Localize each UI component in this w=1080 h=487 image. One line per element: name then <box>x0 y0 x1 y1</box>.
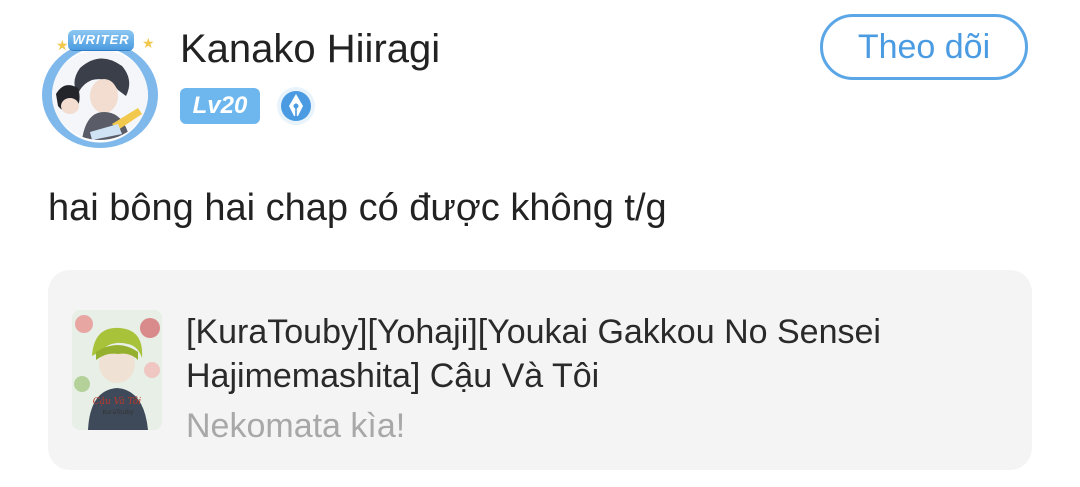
user-avatar[interactable]: WRITER ★ ★ <box>38 30 164 152</box>
follow-button[interactable]: Theo dõi <box>820 14 1028 80</box>
star-icon: ★ <box>56 37 69 53</box>
story-subtitle: Nekomata kìa! <box>186 407 406 445</box>
username[interactable]: Kanako Hiiragi <box>180 24 440 74</box>
star-icon: ★ <box>142 35 155 51</box>
comment-text: hai bông hai chap có được không t/g <box>48 187 667 229</box>
pen-nib-icon <box>276 86 316 126</box>
svg-text:Cậu Và Tôi: Cậu Và Tôi <box>93 396 142 407</box>
story-title: [KuraTouby][Yohaji][Youkai Gakkou No Sen… <box>186 313 881 395</box>
avatar-illustration <box>52 50 148 140</box>
quoted-story-card[interactable]: Cậu Và Tôi KuraTouby [KuraTouby][Yohaji]… <box>48 270 1032 470</box>
level-badge: Lv20 <box>180 88 260 124</box>
writer-badge: WRITER <box>68 30 134 50</box>
story-cover-image: Cậu Và Tôi KuraTouby <box>72 310 162 430</box>
avatar-image <box>52 50 148 140</box>
svg-text:KuraTouby: KuraTouby <box>102 409 134 416</box>
